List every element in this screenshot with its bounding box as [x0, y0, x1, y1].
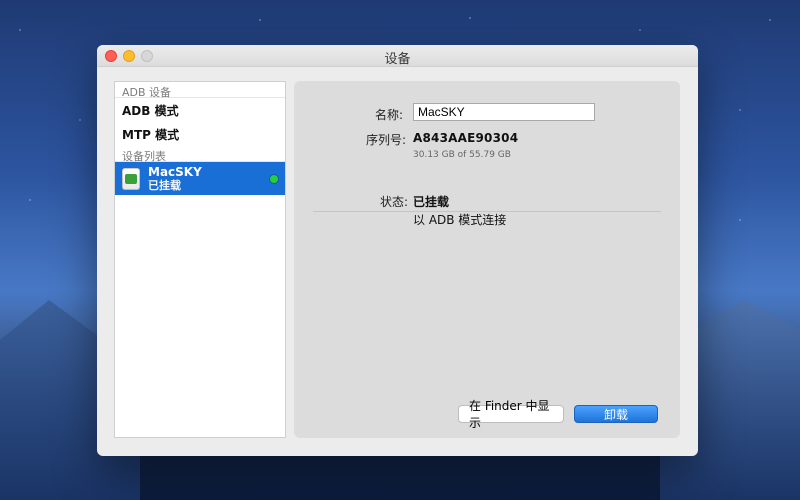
device-details-panel: 名称: 序列号: A843AAE90304 30.13 GB of 55.79 … — [294, 81, 680, 438]
sidebar-item-mtp-mode[interactable]: MTP 模式 — [115, 122, 285, 146]
sidebar: ADB 设备 ADB 模式 MTP 模式 设备列表 MacSKY 已挂载 — [114, 81, 286, 438]
online-status-icon — [270, 174, 278, 183]
android-device-icon — [122, 167, 140, 190]
name-label: 名称: — [375, 108, 404, 122]
sidebar-section-adb-devices: ADB 设备 — [115, 82, 285, 99]
unmount-button[interactable]: 卸载 — [574, 405, 658, 423]
device-name-field[interactable] — [413, 103, 595, 121]
sidebar-section-device-list: 设备列表 — [115, 146, 285, 163]
device-name: MacSKY — [148, 164, 202, 179]
window-title: 设备 — [384, 52, 411, 67]
status-label: 状态: — [380, 195, 409, 209]
titlebar[interactable]: 设备 — [97, 45, 698, 67]
device-text: MacSKY 已挂载 — [148, 164, 202, 192]
status-value: 已挂载 — [413, 195, 450, 209]
device-status: 已挂载 — [148, 178, 181, 192]
serial-value: A843AAE90304 — [413, 131, 519, 145]
show-in-finder-button[interactable]: 在 Finder 中显示 — [458, 399, 564, 430]
devices-window: 设备 ADB 设备 ADB 模式 MTP 模式 设备列表 MacSKY 已挂载 … — [97, 45, 698, 456]
serial-label: 序列号: — [366, 133, 407, 147]
storage-usage-text: 30.13 GB of 55.79 GB — [413, 150, 511, 160]
status-detail: 以 ADB 模式连接 — [413, 213, 507, 227]
device-list-item-macsky[interactable]: MacSKY 已挂载 — [115, 162, 285, 195]
sidebar-item-adb-mode[interactable]: ADB 模式 — [115, 98, 285, 122]
